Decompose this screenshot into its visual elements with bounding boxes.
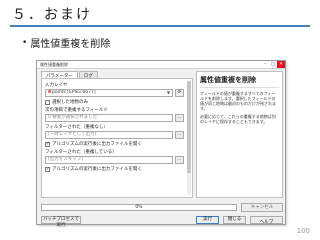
- help-body: フィールドの値が重複するすべてのフィールドを削除します。選択したフィールドの値が…: [200, 91, 279, 124]
- duplicates-label: フィルターされた（重複している）: [45, 150, 117, 155]
- open-output-checkbox-2[interactable]: ✓ アルゴリズムの実行後に出力ファイルを開く: [45, 166, 142, 172]
- field-label: 次の項目で重複するフィールド: [45, 108, 108, 113]
- close-icon[interactable]: ✕: [277, 61, 285, 68]
- help-panel: 属性値重複を削除 フィールドの値が重複するすべてのフィールドを削除します。選択し…: [196, 71, 283, 198]
- selected-only-checkbox[interactable]: 選択した地物のみ: [45, 99, 88, 105]
- checkmark-icon[interactable]: ✓: [45, 141, 50, 147]
- help-paragraph: 必要に応じて、これらの重複する地物は別のレイヤに保存することもできます。: [200, 114, 276, 124]
- help-button[interactable]: ヘルプ: [250, 216, 283, 225]
- cancel-button[interactable]: キャンセル: [241, 203, 283, 212]
- bullet-item: • 属性値重複を削除: [22, 35, 111, 51]
- checkbox-box[interactable]: [45, 99, 50, 105]
- checkmark-icon[interactable]: ✓: [45, 166, 50, 172]
- dialog-title: 属性値重複削除: [40, 61, 68, 67]
- processing-dialog: 属性値重複削除 – □ ✕ パラメーター ログ 入力レイヤ points [EP…: [36, 60, 286, 228]
- filtered-browse-button[interactable]: …: [175, 131, 184, 139]
- batch-process-button[interactable]: バッチプロセスで実行: [41, 216, 81, 228]
- filtered-label: フィルターされた（重複なし）: [45, 125, 108, 130]
- selected-only-label: 選択した地物のみ: [52, 100, 88, 105]
- close-button[interactable]: 閉じる: [223, 216, 246, 224]
- field-browse-button[interactable]: …: [175, 114, 184, 122]
- title-underline: [10, 25, 310, 27]
- dialog-titlebar: 属性値重複削除 – □ ✕: [37, 61, 285, 69]
- run-button[interactable]: 実行: [196, 216, 219, 224]
- page-number: 100: [296, 227, 310, 235]
- slide-title: ５．おまけ: [12, 7, 92, 23]
- filtered-output-field[interactable]: [一時レイヤとして出力]: [45, 131, 173, 139]
- chevron-down-icon: ▼: [166, 90, 170, 95]
- open-output-checkbox-1[interactable]: ✓ アルゴリズムの実行後に出力ファイルを開く: [45, 141, 142, 147]
- input-layer-select[interactable]: points [EPSG:6677] ▼: [45, 89, 173, 97]
- input-layer-label: 入力レイヤ: [45, 83, 68, 88]
- open-output-label-1: アルゴリズムの実行後に出力ファイルを開く: [52, 142, 142, 147]
- minimize-icon[interactable]: –: [261, 61, 269, 68]
- progress-bar: 0%: [41, 204, 237, 211]
- bullet-text: 属性値重複を削除: [30, 39, 111, 50]
- bullet-icon: •: [22, 37, 28, 48]
- open-output-label-2: アルゴリズムの実行後に出力ファイルを開く: [52, 167, 142, 172]
- maximize-icon[interactable]: □: [269, 61, 277, 68]
- duplicates-browse-button[interactable]: …: [175, 156, 184, 164]
- iterate-button[interactable]: ⟳: [175, 89, 184, 97]
- field-selector[interactable]: 0 要素が選択されました: [45, 114, 173, 122]
- point-layer-icon: [48, 90, 51, 93]
- progress-text: 0%: [135, 205, 143, 210]
- input-layer-value: points [EPSG:6677]: [52, 90, 96, 95]
- help-paragraph: フィールドの値が重複するすべてのフィールドを削除します。選択したフィールドの値が…: [200, 91, 276, 111]
- parameters-scrollbar[interactable]: [187, 81, 191, 195]
- scrollbar-thumb[interactable]: [187, 81, 191, 173]
- help-title: 属性値重複を削除: [200, 75, 279, 88]
- parameters-panel: 入力レイヤ points [EPSG:6677] ▼ ⟳ 選択した地物のみ 次の…: [41, 78, 193, 198]
- window-controls: – □ ✕: [261, 61, 285, 68]
- duplicates-output-field[interactable]: [出力をスキップ]: [45, 156, 173, 164]
